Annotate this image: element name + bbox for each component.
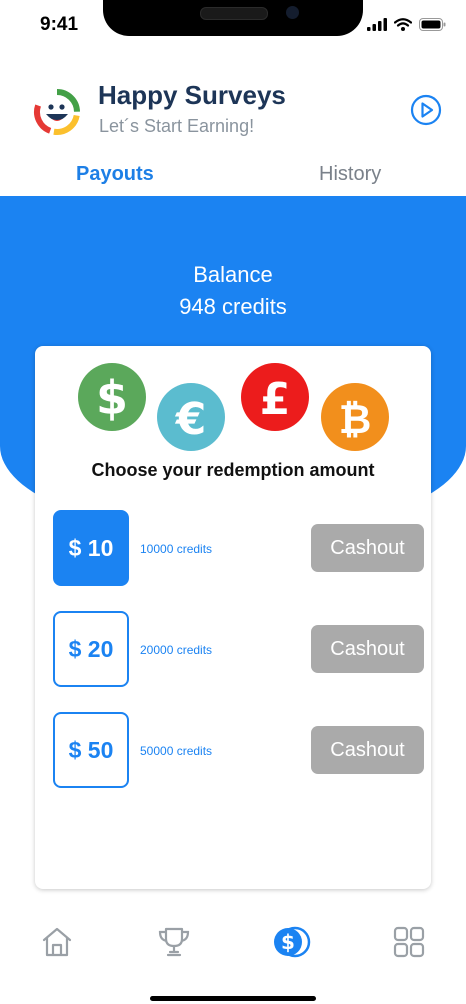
balance-label: Balance [193, 262, 273, 287]
status-time: 9:41 [40, 14, 79, 35]
status-icons [367, 18, 446, 31]
option-credits: 20000 credits [140, 643, 213, 657]
bitcoin-icon: ₿ [321, 383, 389, 451]
status-bar: 9:41 [0, 0, 466, 46]
tab-bar: Payouts History [0, 155, 466, 201]
tab-payouts[interactable]: Payouts [76, 163, 154, 186]
option-credits: 50000 credits [140, 744, 213, 758]
wifi-icon [394, 18, 412, 31]
redemption-heading: Choose your redemption amount [91, 460, 375, 480]
app-title: Happy Surveys [98, 80, 286, 110]
option-credits: 10000 credits [140, 542, 213, 556]
notch-camera [286, 6, 299, 19]
tab-history[interactable]: History [319, 163, 381, 186]
notch-speaker [200, 7, 268, 20]
payout-coins-icon[interactable]: $ [272, 925, 312, 959]
cellular-signal-icon [367, 18, 387, 31]
app-header: Happy Surveys Let´s Start Earning! [0, 80, 466, 150]
svg-text:€: € [175, 394, 207, 445]
amount-option-10[interactable]: $ 10 [53, 510, 129, 586]
amount-option-50[interactable]: $ 50 [53, 712, 129, 788]
cashout-button[interactable]: Cashout [311, 524, 424, 572]
app-subtitle: Let´s Start Earning! [99, 116, 255, 136]
device-notch [103, 0, 363, 36]
battery-icon [419, 18, 446, 31]
grid-icon[interactable] [392, 925, 426, 959]
amount-option-20[interactable]: $ 20 [53, 611, 129, 687]
play-icon[interactable] [410, 94, 442, 126]
bottom-nav: $ [0, 925, 466, 965]
redemption-card: $ € £ ₿ Choose your redemption amount $ … [35, 346, 431, 889]
balance-value: 948 credits [179, 294, 287, 319]
home-icon[interactable] [40, 925, 74, 959]
home-indicator[interactable] [150, 996, 316, 1001]
pound-icon: £ [241, 363, 309, 431]
euro-icon: € [157, 383, 225, 451]
smiley-logo-icon [33, 89, 80, 135]
svg-text:₿: ₿ [339, 397, 372, 443]
cashout-button[interactable]: Cashout [311, 625, 424, 673]
svg-text:£: £ [260, 374, 291, 425]
trophy-icon[interactable] [157, 925, 191, 959]
svg-text:$: $ [96, 371, 128, 425]
svg-text:$: $ [281, 930, 295, 954]
dollar-icon: $ [78, 363, 146, 431]
cashout-button[interactable]: Cashout [311, 726, 424, 774]
